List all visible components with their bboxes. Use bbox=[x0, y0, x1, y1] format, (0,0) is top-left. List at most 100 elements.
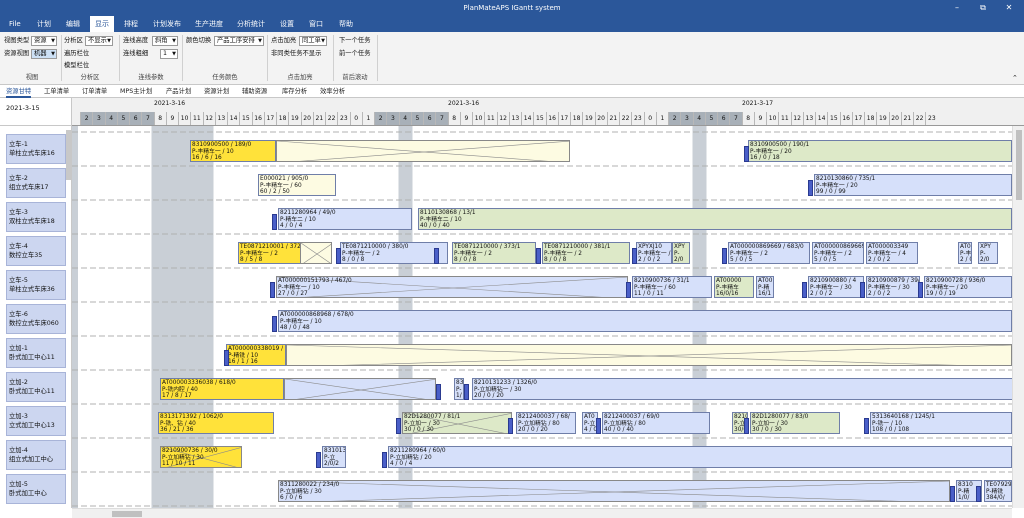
menu-display[interactable]: 显示 bbox=[90, 16, 114, 32]
row-gap-select[interactable]: 1 ▼ bbox=[160, 49, 178, 59]
task-bar[interactable]: 8210131233 / 1326/0 P-立加精钻一 / 30 20 / 0 … bbox=[472, 378, 1012, 400]
resource-view-select[interactable]: 机器 ▼ bbox=[31, 49, 57, 59]
task-bar[interactable]: 8110130868 / 13/1 P-丰精车二 / 10 40 / 0 / 4… bbox=[418, 208, 1012, 230]
task-bar[interactable]: 8211280964 / 60/0 P-立加精钻 / 20 4 / 0 / 4 … bbox=[388, 446, 1012, 468]
task-bar[interactable]: 8210900728 / 936/0 P-丰精车一 / 20 19 / 0 / … bbox=[924, 276, 1012, 298]
tab-inventory[interactable]: 库存分析 bbox=[282, 85, 307, 98]
task-bar[interactable]: 8212400037 / 69/0 P-立加精钻 / 80 40 / 0 / 4… bbox=[602, 412, 710, 434]
task-bar[interactable]: XPYXJ10 P-丰精车一 / 2 2 / 0 / 2 2021-4-8 bbox=[636, 242, 672, 264]
resource-row[interactable]: 立车-3 双柱立式车床18 bbox=[6, 202, 66, 232]
task-bar[interactable]: TE0871210000 / 380/0 P-丰精车一 / 2 8 / 0 / … bbox=[340, 242, 448, 264]
task-bar[interactable]: 8210900736 / 31/1 P-丰精车一 / 60 11 / 0 / 1… bbox=[632, 276, 712, 298]
task-bar[interactable]: E000021 / 905/0 P-丰精车一 / 60 60 / 2 / 50 … bbox=[258, 174, 336, 196]
menu-window[interactable]: 窗口 bbox=[304, 16, 328, 32]
scroll-thumb[interactable] bbox=[112, 511, 142, 517]
menu-schedule[interactable]: 排程 bbox=[119, 16, 143, 32]
tab-mps[interactable]: MPS主计划 bbox=[120, 85, 152, 98]
tab-work-orders[interactable]: 工单清单 bbox=[44, 85, 69, 98]
task-bar[interactable]: TE07929 P-精铣 384/0/ 2021-4-2 bbox=[984, 480, 1012, 502]
task-bar[interactable]: 5313640168 / 1245/1 P-铣一 / 10 108 / 0 / … bbox=[870, 412, 1012, 434]
task-bar[interactable] bbox=[284, 378, 436, 400]
row-height-select[interactable]: 斜角 ▼ bbox=[152, 36, 178, 46]
tab-orders[interactable]: 订单清单 bbox=[82, 85, 107, 98]
resource-row[interactable]: 立车-2 组立式车床17 bbox=[6, 168, 66, 198]
divide-area-select[interactable]: 不显示 ▼ bbox=[85, 36, 113, 46]
task-bar[interactable]: 8311280022 / 234/0 P-立加精钻 / 30 6 / 0 / 6… bbox=[278, 480, 950, 502]
task-bar[interactable]: AT000000338019 / 616/0 P-精铣 / 10 16 / 1 … bbox=[226, 344, 286, 366]
task-bar[interactable]: 83 P- 1/ 20 bbox=[454, 378, 464, 400]
task-bar[interactable]: 8210900879 / 39/1 P-丰精车一 / 30 2 / 0 / 2 … bbox=[866, 276, 920, 298]
task-bar[interactable]: 82D1280077 / 81/1 P-立加一 / 30 30 / 0 / 30… bbox=[402, 412, 512, 434]
task-bar[interactable]: XPY P- 2/0 202 bbox=[978, 242, 998, 264]
tab-resource-gantt[interactable]: 资源甘特 bbox=[6, 85, 32, 98]
prev-task-button[interactable]: 前一个任务 bbox=[339, 48, 370, 60]
resource-row[interactable]: 立加-2 卧式加工中心11 bbox=[6, 372, 66, 402]
menu-help[interactable]: 帮助 bbox=[334, 16, 358, 32]
tab-efficiency[interactable]: 效率分析 bbox=[320, 85, 345, 98]
task-bar[interactable]: 8310131 P-立 2/0/2 2021-3 bbox=[322, 446, 346, 468]
nonparallel-toggle[interactable]: 非同类任务不显示 bbox=[271, 48, 321, 60]
task-bar[interactable]: AT000003336038 / 618/0 P-铣内腔 / 40 17 / 8… bbox=[160, 378, 284, 400]
resource-row[interactable]: 立加-3 立式加工中心13 bbox=[6, 406, 66, 436]
menu-progress[interactable]: 生产进度 bbox=[190, 16, 228, 32]
setup-marker bbox=[436, 384, 441, 400]
restore-icon[interactable]: ⧉ bbox=[972, 0, 994, 16]
task-bar[interactable]: 8313171392 / 1062/0 P-铣、钻 / 40 36 / 21 /… bbox=[158, 412, 274, 434]
horizontal-scrollbar[interactable] bbox=[72, 508, 1012, 518]
resource-row[interactable]: 立加-5 卧式加工中心 bbox=[6, 474, 66, 504]
click-add-select[interactable]: 同工单 ▼ bbox=[299, 36, 327, 46]
task-bar[interactable]: AT00000 P-丰精车 16/0/16 2021-4-7 bbox=[714, 276, 754, 298]
tab-aux-resources[interactable]: 辅助资源 bbox=[242, 85, 267, 98]
task-bar[interactable]: AT000000869669 P-丰精车一 / 2 5 / 0 / 5 2021… bbox=[812, 242, 864, 264]
task-bar[interactable]: 8310900500 / 189/0 P-丰精车一 / 10 16 / 6 / … bbox=[190, 140, 276, 162]
vertical-scrollbar[interactable] bbox=[1012, 126, 1024, 508]
history-pos-label[interactable]: 遍历栏位 bbox=[64, 48, 89, 60]
task-bar[interactable]: AT000003349 P-丰精车一 / 4 2 / 0 / 2 2021-4-… bbox=[866, 242, 918, 264]
task-bar[interactable]: AT000000869669 / 683/0 P-丰精车一 / 2 5 / 0 … bbox=[728, 242, 810, 264]
resource-name: 立车-3 bbox=[9, 209, 28, 216]
task-bar[interactable]: AT000000868968 / 678/0 P-丰精车一 / 10 48 / … bbox=[278, 310, 1012, 332]
task-bar[interactable]: XPY P- 2/0 202 bbox=[672, 242, 690, 264]
task-bar[interactable]: 8211280964 / 49/0 P-精车二 / 10 4 / 0 / 4 2… bbox=[278, 208, 412, 230]
resource-row[interactable]: 立加-4 组立式加工中心 bbox=[6, 440, 66, 470]
menu-edit[interactable]: 编辑 bbox=[61, 16, 85, 32]
close-icon[interactable]: ✕ bbox=[998, 0, 1020, 16]
task-bar[interactable]: 8212400037 / 68/ P-立加精钻 / 80 20 / 0 / 20… bbox=[516, 412, 576, 434]
resource-row[interactable]: 立车-5 单柱立式车床36 bbox=[6, 270, 66, 300]
task-bar[interactable]: 8210900880 / 4 P-丰精车一 / 30 2 / 0 / 2 202… bbox=[808, 276, 864, 298]
resource-scrollbar[interactable] bbox=[66, 130, 71, 180]
task-bar[interactable]: AT00 P-精 16/1 2021 bbox=[756, 276, 774, 298]
setup-marker bbox=[722, 248, 727, 264]
tab-resource-plan[interactable]: 资源计划 bbox=[204, 85, 229, 98]
minimize-icon[interactable]: – bbox=[946, 0, 968, 16]
resource-row[interactable]: 立车-6 数控立式车床060 bbox=[6, 304, 66, 334]
task-bar[interactable]: TE0871210000 / 373/1 P-丰精车一 / 2 8 / 0 / … bbox=[452, 242, 536, 264]
task-bar[interactable] bbox=[276, 140, 570, 162]
tab-product-plan[interactable]: 产品计划 bbox=[166, 85, 191, 98]
next-task-button[interactable]: 下一个任务 bbox=[339, 35, 370, 47]
menu-plan-release[interactable]: 计划发布 bbox=[148, 16, 186, 32]
resource-row[interactable]: 立加-1 卧式加工中心11 bbox=[6, 338, 66, 368]
task-bar[interactable]: 82D1280077 / 83/0 P-立加一 / 30 30 / 0 / 30… bbox=[750, 412, 840, 434]
resource-row[interactable]: 立车-4 数控立车35 bbox=[6, 236, 66, 266]
menu-file[interactable]: File bbox=[4, 16, 26, 32]
task-bar[interactable]: AT000000151793 / 467/0 P-丰精车一 / 10 27 / … bbox=[276, 276, 628, 298]
collapse-ribbon-icon[interactable]: ⌃ bbox=[1012, 72, 1018, 84]
task-bar[interactable]: 8210900736 / 30/0 P-立加精钻 / 30 11 / 10 / … bbox=[160, 446, 242, 468]
menu-plan[interactable]: 计划 bbox=[32, 16, 56, 32]
menu-settings[interactable]: 设置 bbox=[275, 16, 299, 32]
template-pos-label[interactable]: 模型栏位 bbox=[64, 60, 89, 72]
menu-analysis[interactable]: 分析统计 bbox=[232, 16, 270, 32]
task-bar[interactable]: 8310900500 / 190/1 P-丰精车一 / 20 16 / 0 / … bbox=[748, 140, 1012, 162]
view-type-select[interactable]: 资源 ▼ bbox=[31, 36, 57, 46]
task-bar[interactable]: TE0871210001 / 372/0 P-丰精车一 / 2 8 / 5 / … bbox=[238, 242, 302, 264]
color-switch-select[interactable]: 产品工序安排 ▼ bbox=[214, 36, 264, 46]
task-bar[interactable]: AT000003349 P-丰精车一 / 2 2 / 0 / 2 2021-4-… bbox=[958, 242, 972, 264]
task-bar[interactable]: 8210130860 / 735/1 P-丰精车一 / 20 99 / 0 / … bbox=[814, 174, 1012, 196]
task-bar[interactable]: TE0871210000 / 381/1 P-丰精车一 / 2 8 / 0 / … bbox=[542, 242, 630, 264]
task-bar[interactable] bbox=[286, 344, 1012, 366]
task-bar[interactable] bbox=[300, 242, 332, 264]
task-bar-label: 5313640168 / 1245/1 P-铣一 / 10 108 / 0 / … bbox=[872, 414, 935, 434]
resource-row[interactable]: 立车-1 单柱立式车床16 bbox=[6, 134, 66, 164]
scroll-thumb[interactable] bbox=[1016, 130, 1022, 200]
